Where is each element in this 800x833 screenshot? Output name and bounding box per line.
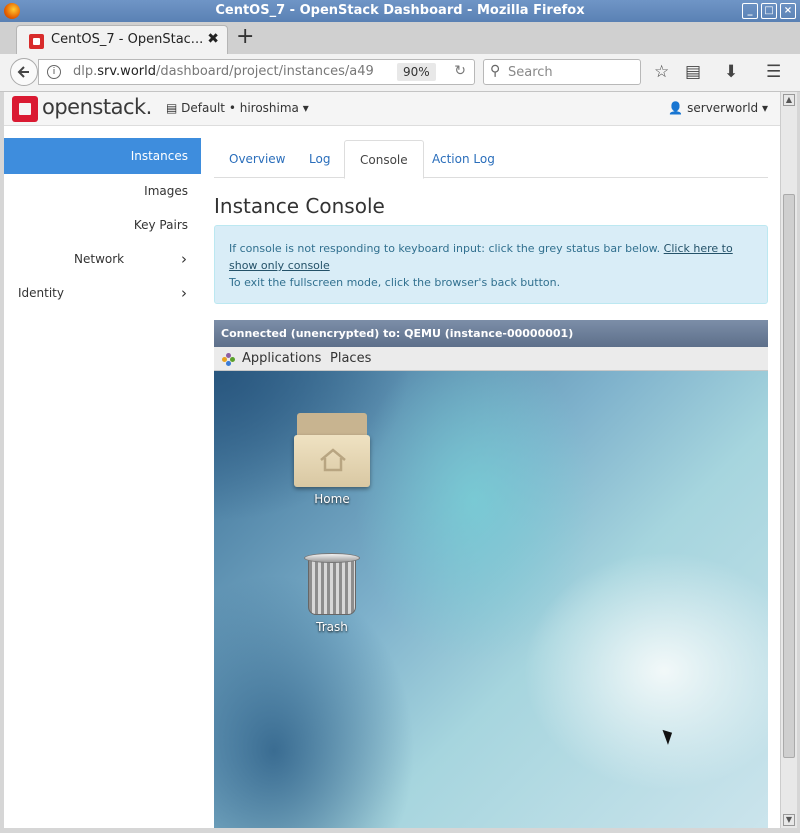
scroll-down-icon[interactable]: ▼ (783, 814, 795, 826)
zoom-indicator[interactable]: 90% (397, 63, 436, 81)
applications-menu[interactable]: Applications (242, 347, 321, 371)
minimize-icon[interactable]: _ (742, 3, 758, 19)
caret-down-icon: ▾ (298, 101, 309, 115)
project-selector[interactable]: ▤ Default • hiroshima ▾ (166, 101, 309, 115)
sidebar-item-images[interactable]: Images (4, 174, 201, 208)
window-title: CentOS_7 - OpenStack Dashboard - Mozilla… (215, 3, 585, 18)
tab-strip: CentOS_7 - OpenStac... ✖ + (0, 22, 800, 55)
browser-tab[interactable]: CentOS_7 - OpenStac... ✖ (16, 25, 228, 55)
menu-icon[interactable]: ☰ (766, 62, 781, 82)
navigation-toolbar: i dlp.srv.world/dashboard/project/instan… (0, 54, 800, 92)
console-info-alert: If console is not responding to keyboard… (214, 225, 768, 304)
vertical-scrollbar[interactable]: ▲ ▼ (780, 92, 797, 828)
chevron-right-icon: › (181, 284, 187, 302)
bookmark-star-icon[interactable]: ☆ (654, 62, 669, 82)
search-icon: ⚲ (490, 63, 501, 79)
mouse-cursor-icon (662, 727, 676, 745)
sidebar-item-network[interactable]: Network › (4, 242, 201, 276)
new-tab-button[interactable]: + (236, 26, 254, 48)
trash-icon (304, 553, 360, 617)
home-folder-icon (294, 411, 370, 487)
openstack-logo-icon[interactable] (12, 96, 38, 122)
search-placeholder: Search (508, 65, 553, 80)
tab-overview[interactable]: Overview (214, 140, 301, 178)
back-button[interactable] (10, 58, 38, 86)
tab-action-log[interactable]: Action Log (417, 140, 510, 178)
openstack-logo-text[interactable]: openstack. (42, 95, 152, 119)
home-label: Home (314, 492, 350, 506)
page-title: Instance Console (214, 194, 385, 218)
close-icon[interactable]: × (780, 3, 796, 19)
maximize-icon[interactable]: □ (761, 3, 777, 19)
reload-icon[interactable]: ↻ (454, 63, 466, 79)
applications-icon (222, 353, 235, 366)
web-page: openstack. ▤ Default • hiroshima ▾ 👤 ser… (4, 92, 780, 828)
back-arrow-icon (17, 66, 29, 78)
tab-close-icon[interactable]: ✖ (207, 31, 219, 47)
guest-desktop[interactable]: Home Trash (214, 371, 768, 828)
user-icon: 👤 (668, 101, 688, 115)
places-menu[interactable]: Places (330, 347, 371, 371)
url-text[interactable]: dlp.srv.world/dashboard/project/instance… (73, 64, 374, 79)
firefox-icon (4, 3, 20, 19)
tab-log[interactable]: Log (294, 140, 345, 178)
tab-console[interactable]: Console (344, 140, 424, 179)
alert-text-line2: To exit the fullscreen mode, click the b… (229, 276, 561, 289)
openstack-header: openstack. ▤ Default • hiroshima ▾ 👤 ser… (4, 92, 780, 126)
search-input[interactable]: ⚲ Search (483, 59, 641, 85)
sidebar: Instances Images Key Pairs Network › Ide… (4, 138, 201, 310)
desktop-icon-trash[interactable]: Trash (292, 553, 372, 634)
project-list-icon: ▤ (166, 101, 182, 115)
caret-down-icon: ▾ (758, 101, 768, 115)
trash-label: Trash (316, 620, 348, 634)
chevron-right-icon: › (181, 250, 187, 268)
site-info-icon[interactable]: i (47, 65, 61, 79)
sidebar-item-key-pairs[interactable]: Key Pairs (4, 208, 201, 242)
reading-list-icon[interactable]: ▤ (685, 62, 701, 82)
openstack-favicon-icon (29, 34, 44, 49)
gnome-top-menu: Applications Places (214, 347, 768, 371)
vnc-console[interactable]: Connected (unencrypted) to: QEMU (instan… (214, 320, 768, 828)
user-menu[interactable]: 👤 serverworld ▾ (668, 101, 768, 115)
scrollbar-thumb[interactable] (783, 194, 795, 758)
url-bar[interactable]: i dlp.srv.world/dashboard/project/instan… (38, 59, 475, 85)
downloads-icon[interactable]: ⬇ (724, 62, 738, 82)
alert-text-line1: If console is not responding to keyboard… (229, 242, 661, 255)
desktop-icon-home[interactable]: Home (292, 411, 372, 506)
browser-tab-title: CentOS_7 - OpenStac... (51, 32, 204, 47)
window-titlebar: CentOS_7 - OpenStack Dashboard - Mozilla… (0, 0, 800, 22)
console-status-bar[interactable]: Connected (unencrypted) to: QEMU (instan… (214, 320, 768, 347)
scroll-up-icon[interactable]: ▲ (783, 94, 795, 106)
sidebar-item-instances[interactable]: Instances (4, 138, 201, 174)
instance-tabs: Overview Log Console Action Log (214, 140, 768, 179)
sidebar-item-identity[interactable]: Identity › (4, 276, 201, 310)
